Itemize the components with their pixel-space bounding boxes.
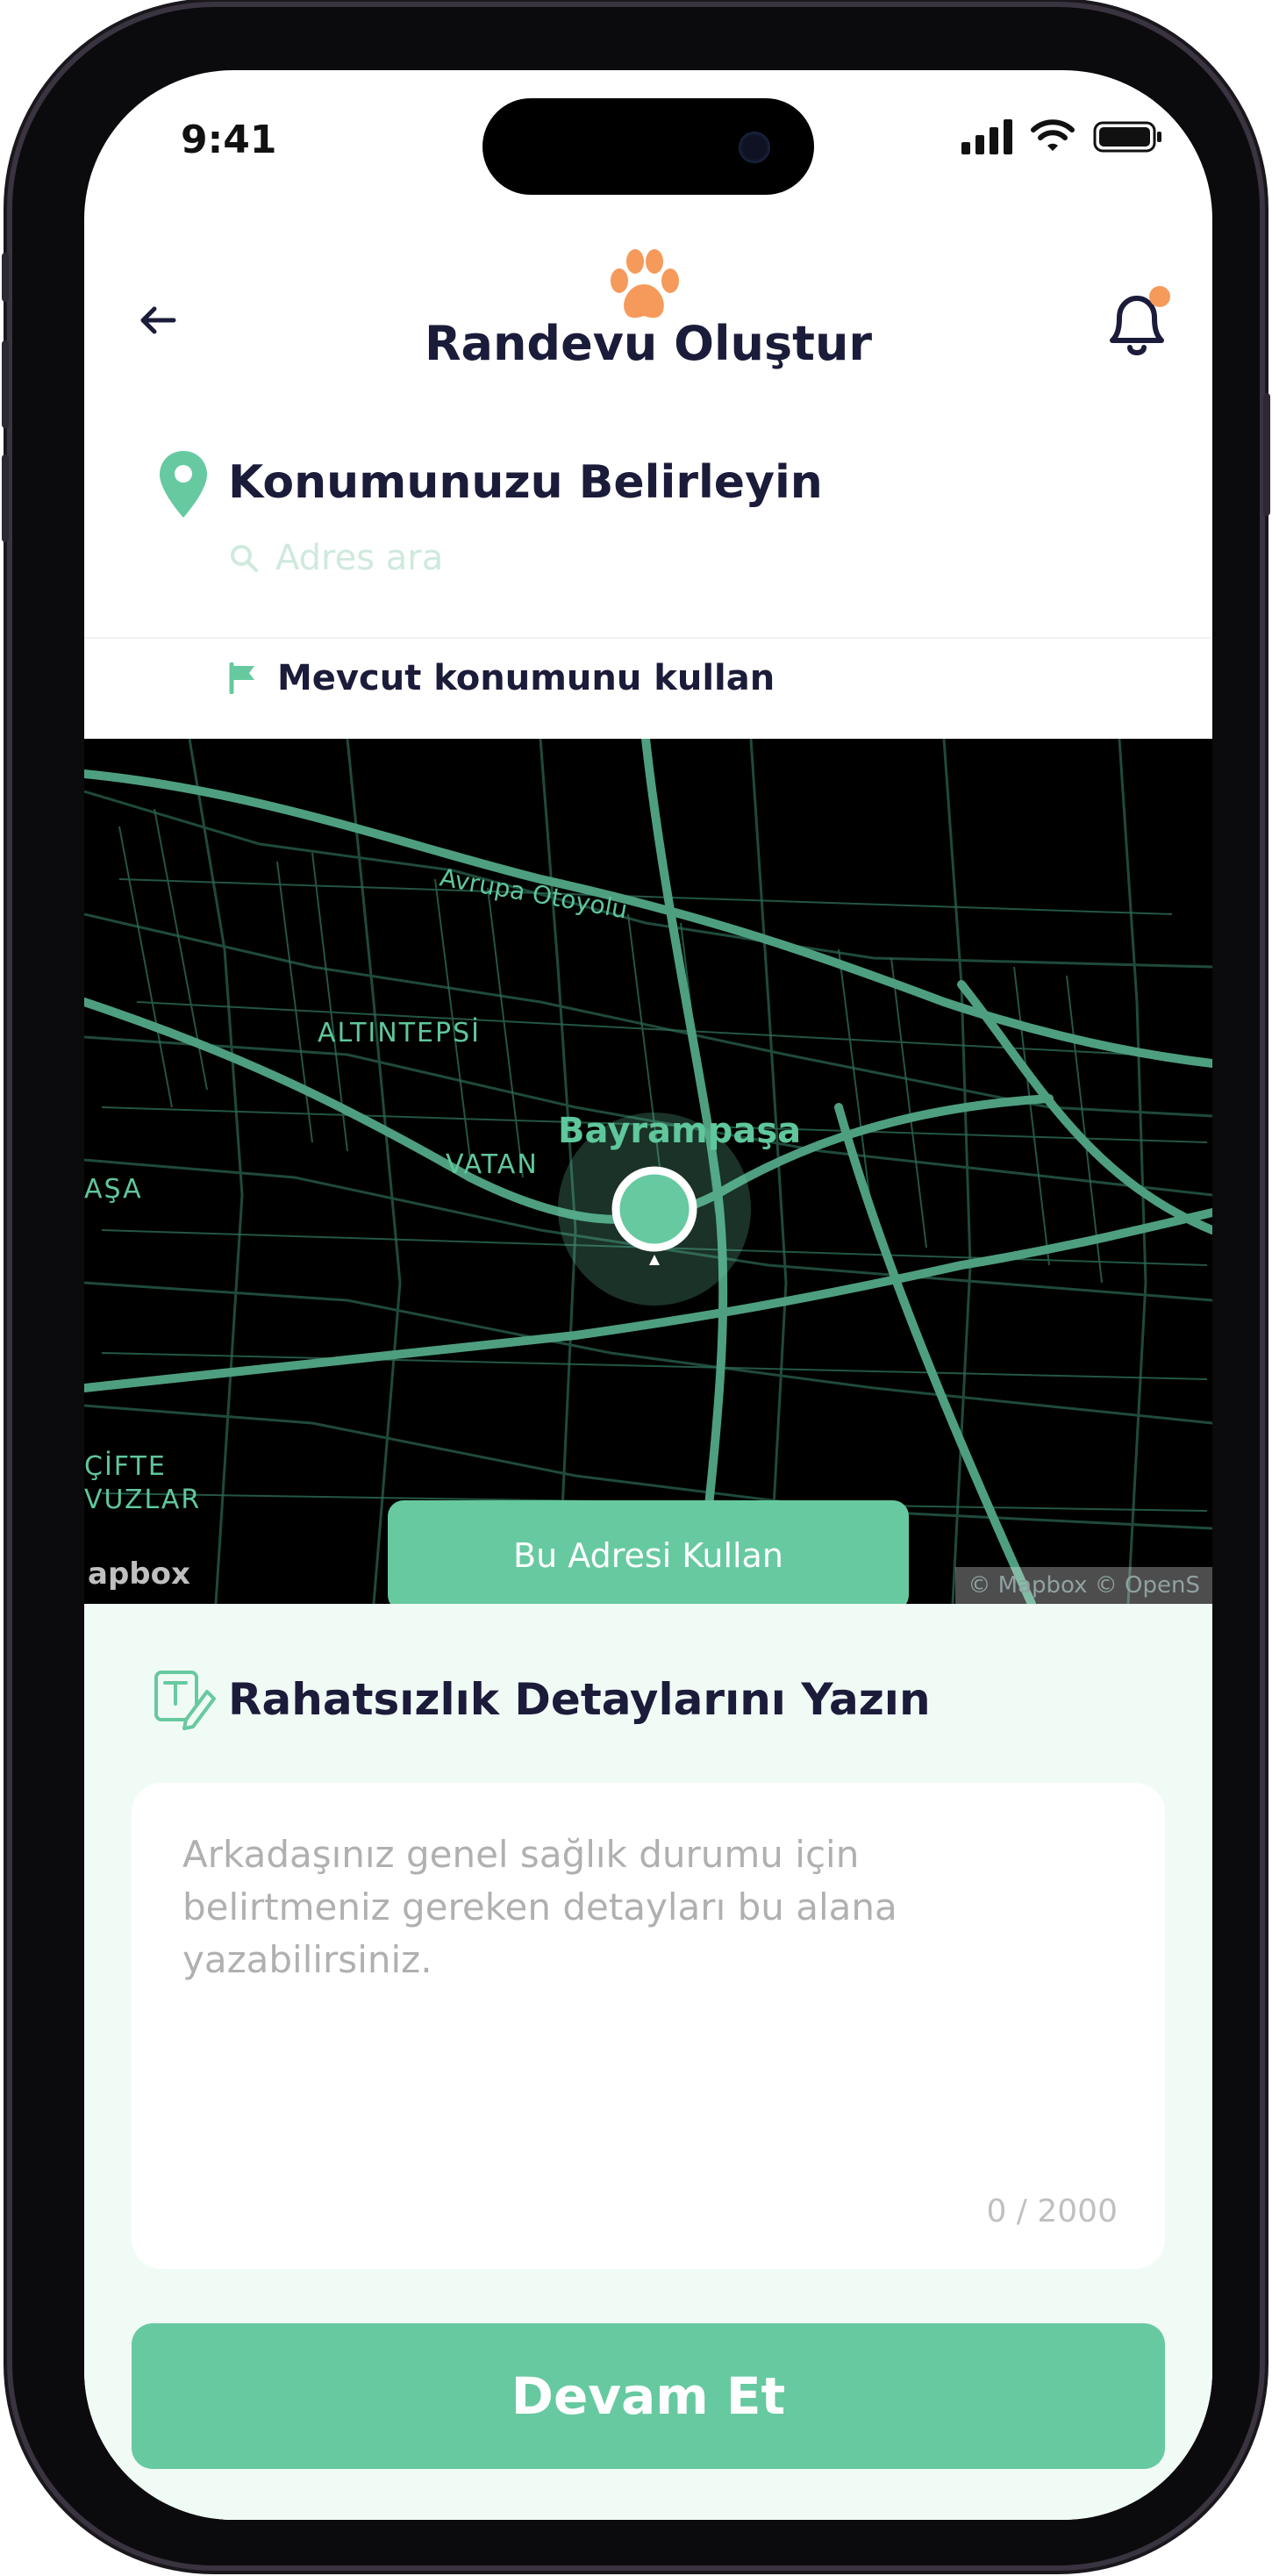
map-label-vatan: VATAN — [446, 1149, 539, 1180]
use-current-location-label: Mevcut konumunu kullan — [277, 658, 775, 698]
app-header: Randevu Oluştur — [84, 193, 1212, 395]
details-title: Rahatsızlık Detaylarını Yazın — [228, 1674, 931, 1725]
address-search[interactable] — [228, 537, 804, 579]
location-title: Konumunuzu Belirleyin — [228, 456, 823, 509]
battery-icon — [1093, 121, 1161, 153]
map-label-cifte: ÇİFTE — [84, 1451, 167, 1482]
map-view[interactable]: Avrupa Otoyolu ALTINTEPSİ VATAN Bayrampa… — [84, 739, 1212, 1604]
use-current-location[interactable]: Mevcut konumunu kullan — [228, 658, 775, 698]
character-counter: 0 / 2000 — [986, 2193, 1118, 2229]
location-pin-icon — [160, 451, 207, 518]
status-time: 9:41 — [181, 118, 277, 162]
map-label-bayrampasa: Bayrampaşa — [558, 1111, 802, 1151]
status-icons — [961, 119, 1163, 154]
notification-bell-icon[interactable] — [1102, 284, 1172, 361]
map-selected-pin — [611, 1166, 697, 1252]
wifi-icon — [1031, 119, 1075, 151]
map-label-asa: AŞA — [84, 1174, 143, 1205]
paw-logo-icon — [611, 249, 679, 318]
dynamic-island — [482, 98, 814, 195]
address-search-input[interactable] — [274, 537, 804, 579]
volume-down-button — [2, 454, 9, 542]
map-attribution[interactable]: © Mapbox © OpenS — [955, 1567, 1212, 1604]
section-divider — [84, 637, 1212, 639]
details-section: Rahatsızlık Detaylarını Yazın 0 / 2000 D… — [84, 1604, 1212, 2520]
map-roads — [84, 739, 1212, 1604]
edit-text-icon — [154, 1671, 216, 1730]
details-textarea[interactable] — [181, 1827, 974, 2093]
phone-frame: 9:41 Randevu Oluştur Konumunuzu Belirley… — [2, 7, 1270, 2565]
map-brand-logo: apbox — [88, 1556, 190, 1592]
power-button — [1263, 393, 1270, 516]
app-screen: 9:41 Randevu Oluştur Konumunuzu Belirley… — [84, 70, 1212, 2520]
continue-button[interactable]: Devam Et — [132, 2323, 1165, 2469]
notification-dot — [1149, 286, 1170, 307]
flag-icon — [229, 662, 254, 694]
location-section: Konumunuzu Belirleyin — [84, 414, 1212, 612]
map-label-vuzlar: VUZLAR — [84, 1485, 202, 1515]
page-title: Randevu Oluştur — [424, 316, 873, 371]
side-button — [2, 253, 9, 302]
volume-up-button — [2, 340, 9, 428]
use-address-button[interactable]: Bu Adresi Kullan — [388, 1500, 909, 1604]
search-icon — [231, 545, 258, 572]
details-textbox: 0 / 2000 — [132, 1783, 1165, 2269]
map-label-altintepsi: ALTINTEPSİ — [318, 1018, 481, 1048]
camera-icon — [739, 132, 770, 163]
signal-icon — [961, 119, 1012, 154]
